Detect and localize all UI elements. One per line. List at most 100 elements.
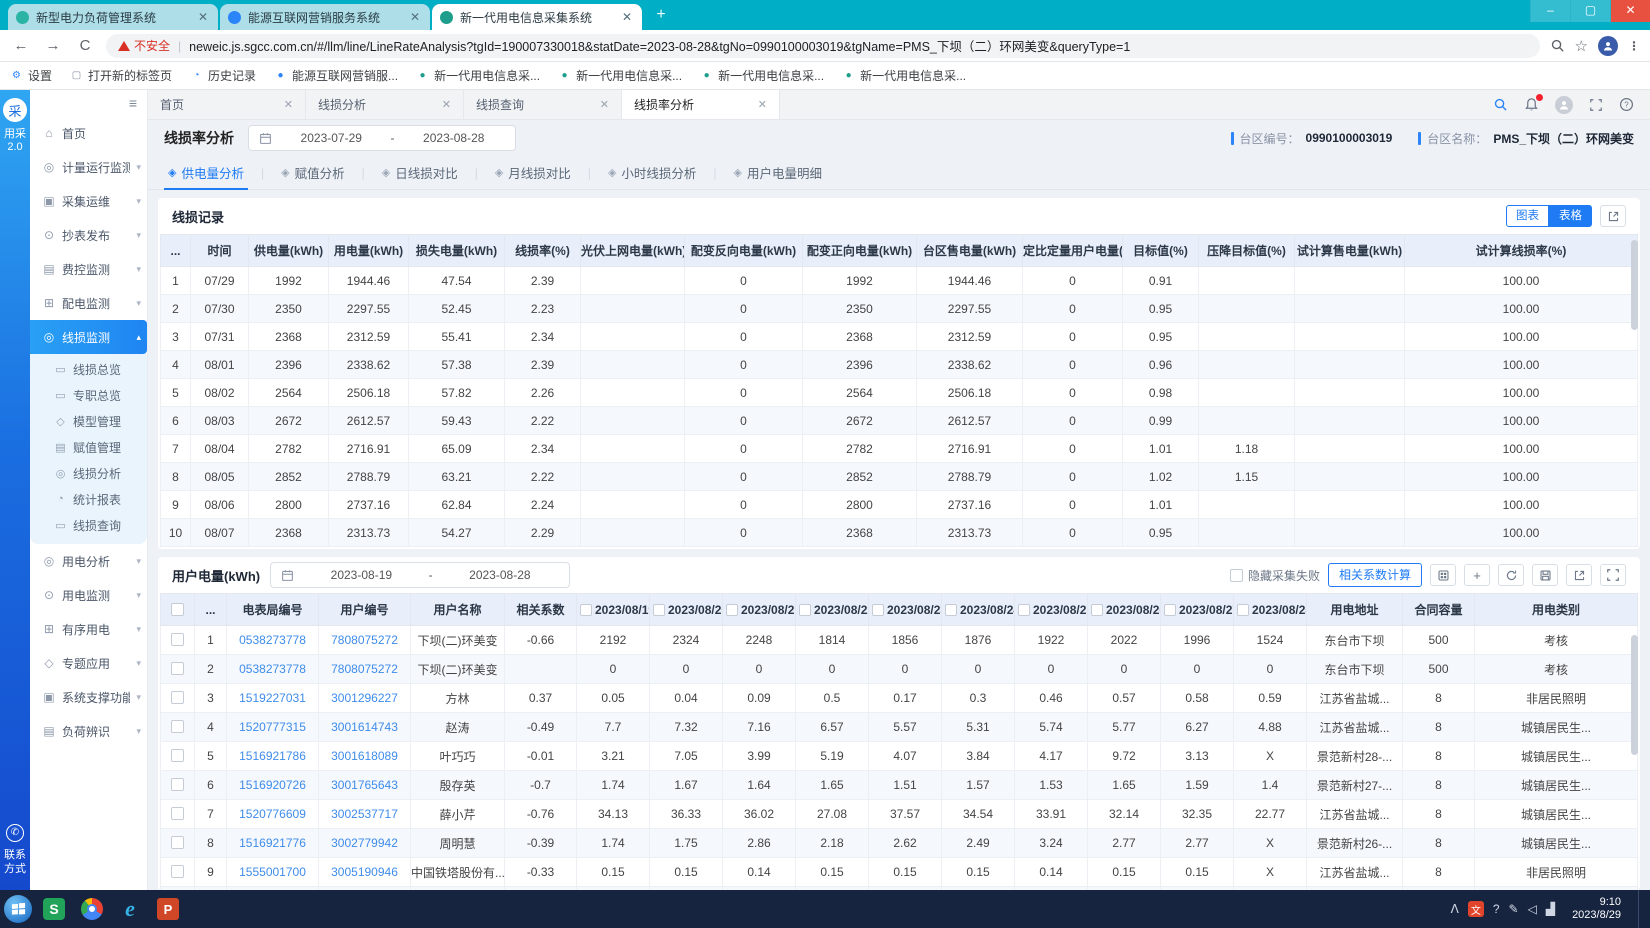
cell[interactable]: 1520777315: [227, 713, 319, 742]
cell[interactable]: 1516921786: [227, 742, 319, 771]
user-date-range-picker[interactable]: 2023-08-19 - 2023-08-28: [270, 562, 570, 588]
tab-close-icon[interactable]: ✕: [758, 98, 767, 111]
table-row[interactable]: 515169217863001618089叶巧巧-0.013.217.053.9…: [161, 742, 1638, 771]
cell[interactable]: 1520776609: [227, 800, 319, 829]
add-button[interactable]: +: [1464, 564, 1490, 586]
cell[interactable]: 1519227031: [227, 684, 319, 713]
tab-close-icon[interactable]: ✕: [600, 98, 609, 111]
sidebar-item-抄表发布[interactable]: ⊙抄表发布▾: [30, 218, 147, 252]
close-button[interactable]: ✕: [1610, 0, 1650, 22]
tab-close-icon[interactable]: ✕: [442, 98, 451, 111]
column-select-checkbox[interactable]: [1237, 604, 1249, 616]
tab-close-icon[interactable]: ✕: [196, 10, 210, 24]
browser-tab[interactable]: 新一代用电信息采集系统✕: [432, 4, 642, 30]
row-checkbox[interactable]: [171, 778, 184, 791]
bookmark-item[interactable]: ●新一代用电信息采...: [558, 67, 682, 84]
column-settings-button[interactable]: [1430, 564, 1456, 586]
chart-toggle-button[interactable]: 图表: [1506, 205, 1549, 227]
page-tab-线损查询[interactable]: 线损查询✕: [464, 90, 622, 119]
save-button[interactable]: [1532, 564, 1558, 586]
fullscreen-icon[interactable]: [1589, 98, 1603, 112]
chrome-taskbar-icon[interactable]: [76, 894, 108, 924]
sidebar-item-计量运行监测[interactable]: ◎计量运行监测▾: [30, 150, 147, 184]
sidebar-subitem-线损查询[interactable]: ▭线损查询: [30, 512, 147, 538]
page-tab-线损分析[interactable]: 线损分析✕: [306, 90, 464, 119]
sidebar-item-有序用电[interactable]: ⊞有序用电▾: [30, 612, 147, 646]
column-select-checkbox[interactable]: [653, 604, 665, 616]
column-select-checkbox[interactable]: [726, 604, 738, 616]
correlation-calc-button[interactable]: 相关系数计算: [1328, 563, 1422, 587]
subtab-赋值分析[interactable]: ◈赋值分析: [277, 156, 348, 190]
subtab-供电量分析[interactable]: ◈供电量分析: [164, 156, 248, 190]
table-row[interactable]: 508/0225642506.1857.822.26025642506.1800…: [161, 379, 1638, 407]
table-row[interactable]: 908/0628002737.1662.842.24028002737.1601…: [161, 491, 1638, 519]
network-icon[interactable]: ▟: [1546, 902, 1555, 916]
refresh-icon[interactable]: C: [74, 37, 96, 54]
table-row[interactable]: 708/0427822716.9165.092.34027822716.9101…: [161, 435, 1638, 463]
sidebar-item-负荷辨识[interactable]: ▤负荷辨识▾: [30, 714, 147, 748]
column-select-checkbox[interactable]: [945, 604, 957, 616]
help-icon[interactable]: ?: [1619, 97, 1634, 112]
table-row[interactable]: 307/3123682312.5955.412.34023682312.5900…: [161, 323, 1638, 351]
cell[interactable]: 1516921776: [227, 829, 319, 858]
row-checkbox[interactable]: [171, 807, 184, 820]
tray-app-icon[interactable]: 文: [1468, 901, 1484, 917]
cell[interactable]: 3005190947: [319, 887, 411, 891]
subtab-月线损对比[interactable]: ◈月线损对比: [491, 156, 575, 190]
tab-close-icon[interactable]: ✕: [284, 98, 293, 111]
cell[interactable]: 1516920726: [227, 771, 319, 800]
clock[interactable]: 9:10 2023/8/29: [1564, 896, 1629, 922]
cell[interactable]: 3001765643: [319, 771, 411, 800]
browser-menu-icon[interactable]: ⋮: [1628, 39, 1640, 53]
tab-close-icon[interactable]: ✕: [620, 10, 634, 24]
row-checkbox[interactable]: [171, 836, 184, 849]
profile-icon[interactable]: [1598, 36, 1618, 56]
bookmark-item[interactable]: ●能源互联网营销服...: [274, 67, 398, 84]
start-button[interactable]: [4, 895, 32, 923]
cell[interactable]: 7808075272: [319, 626, 411, 655]
sidebar-item-用电分析[interactable]: ◎用电分析▾: [30, 544, 147, 578]
column-select-checkbox[interactable]: [799, 604, 811, 616]
sidebar-subitem-线损分析[interactable]: ◎线损分析: [30, 460, 147, 486]
page-tab-线损率分析[interactable]: 线损率分析✕: [622, 90, 780, 119]
contact-block[interactable]: ✆ 联系方式: [4, 824, 26, 876]
table-row[interactable]: 915550017003005190946中国铁塔股份有...-0.330.15…: [161, 858, 1638, 887]
zoom-icon[interactable]: [1550, 38, 1565, 53]
cell[interactable]: 3001618089: [319, 742, 411, 771]
date-range-picker[interactable]: 2023-07-29 - 2023-08-28: [248, 125, 516, 151]
new-tab-button[interactable]: +: [648, 6, 674, 26]
tab-close-icon[interactable]: ✕: [408, 10, 422, 24]
table-row[interactable]: 608/0326722612.5759.432.22026722612.5700…: [161, 407, 1638, 435]
hide-failed-option[interactable]: 隐藏采集失败: [1230, 567, 1320, 584]
hide-failed-checkbox[interactable]: [1230, 569, 1243, 582]
table-row[interactable]: 415207773153001614743赵涛-0.497.77.327.166…: [161, 713, 1638, 742]
row-checkbox[interactable]: [171, 720, 184, 733]
bookmark-item[interactable]: ◔历史记录: [190, 67, 256, 84]
row-checkbox[interactable]: [171, 865, 184, 878]
cell[interactable]: 3002537717: [319, 800, 411, 829]
user-avatar[interactable]: [1555, 96, 1573, 114]
cell[interactable]: 0538273778: [227, 626, 319, 655]
tray-help-icon[interactable]: ?: [1493, 902, 1500, 916]
table-row[interactable]: 1008/0723682313.7354.272.29023682313.730…: [161, 519, 1638, 547]
table-row[interactable]: 815169217763002779942周明慧-0.391.741.752.8…: [161, 829, 1638, 858]
table-scrollbar[interactable]: [1631, 635, 1638, 755]
table-toggle-button[interactable]: 表格: [1549, 205, 1592, 227]
minimize-button[interactable]: –: [1530, 0, 1570, 22]
sidebar-subitem-专职总览[interactable]: ▭专职总览: [30, 382, 147, 408]
not-secure-warning[interactable]: 不安全: [118, 37, 170, 54]
fullscreen-table-button[interactable]: [1600, 564, 1626, 586]
subtab-小时线损分析[interactable]: ◈小时线损分析: [604, 156, 700, 190]
cell[interactable]: 3002779942: [319, 829, 411, 858]
cell[interactable]: 3001296227: [319, 684, 411, 713]
sidebar-subitem-赋值管理[interactable]: ▤赋值管理: [30, 434, 147, 460]
cell[interactable]: 3005190946: [319, 858, 411, 887]
address-input[interactable]: 不安全 | neweic.js.sgcc.com.cn/#/llm/line/L…: [106, 34, 1540, 58]
table-row[interactable]: 205382737787808075272下坝(二)环美变0000000000东…: [161, 655, 1638, 684]
table-row[interactable]: 615169207263001765643殷存英-0.71.741.671.64…: [161, 771, 1638, 800]
notifications-bell-icon[interactable]: [1524, 97, 1539, 112]
ie-taskbar-icon[interactable]: e: [114, 894, 146, 924]
sidebar-subitem-线损总览[interactable]: ▭线损总览: [30, 356, 147, 382]
table-row[interactable]: 105382737787808075272下坝(二)环美变-0.66219223…: [161, 626, 1638, 655]
column-select-checkbox[interactable]: [1164, 604, 1176, 616]
